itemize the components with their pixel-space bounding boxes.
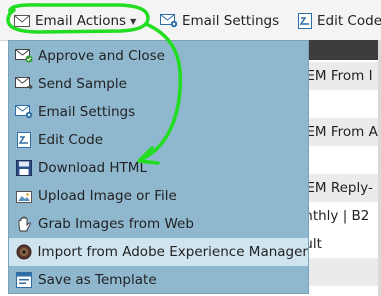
menu-item-label: Send Sample xyxy=(38,76,127,92)
menu-item-label: Import from Adobe Experience Manager xyxy=(37,244,308,260)
email-settings-label: Email Settings xyxy=(182,13,280,29)
email-actions-menu: Approve and Close Send Sample Email Sett… xyxy=(8,40,309,294)
email-settings-icon xyxy=(13,105,35,119)
menu-item-approve-and-close[interactable]: Approve and Close xyxy=(9,42,308,70)
menu-item-import-from-aem[interactable]: Import from Adobe Experience Manager xyxy=(9,238,308,266)
download-icon xyxy=(13,160,35,176)
template-icon xyxy=(13,272,35,288)
email-toolbar: Email Actions ▼ Email Settings Edit Code xyxy=(0,0,381,41)
email-actions-button[interactable]: Email Actions ▼ xyxy=(14,10,136,32)
edit-code-label: Edit Code xyxy=(317,13,381,29)
menu-item-label: Grab Images from Web xyxy=(38,216,194,232)
upload-icon xyxy=(13,189,35,203)
approve-icon xyxy=(13,49,35,63)
code-icon xyxy=(298,13,312,29)
menu-item-email-settings[interactable]: Email Settings xyxy=(9,98,308,126)
send-sample-icon xyxy=(13,77,35,91)
menu-item-label: Edit Code xyxy=(38,132,103,148)
menu-item-send-sample[interactable]: Send Sample xyxy=(9,70,308,98)
email-settings-button[interactable]: Email Settings xyxy=(160,10,279,32)
menu-item-download-html[interactable]: Download HTML xyxy=(9,154,308,182)
envelope-icon xyxy=(14,15,30,27)
code-icon xyxy=(13,132,35,148)
menu-item-upload-image-or-file[interactable]: Upload Image or File xyxy=(9,182,308,210)
menu-item-label: Approve and Close xyxy=(38,48,165,64)
menu-item-label: Email Settings xyxy=(38,104,136,120)
edit-code-button[interactable]: Edit Code xyxy=(298,10,381,32)
aem-icon xyxy=(13,244,34,260)
menu-item-grab-images-from-web[interactable]: Grab Images from Web xyxy=(9,210,308,238)
menu-item-save-as-template[interactable]: Save as Template xyxy=(9,266,308,294)
email-settings-icon xyxy=(160,14,178,28)
menu-item-label: Upload Image or File xyxy=(38,188,177,204)
menu-item-edit-code[interactable]: Edit Code xyxy=(9,126,308,154)
menu-item-label: Save as Template xyxy=(38,272,157,288)
email-actions-label: Email Actions xyxy=(35,13,127,29)
hand-icon xyxy=(13,216,35,232)
chevron-down-icon: ▼ xyxy=(130,16,137,26)
menu-item-label: Download HTML xyxy=(38,160,147,176)
